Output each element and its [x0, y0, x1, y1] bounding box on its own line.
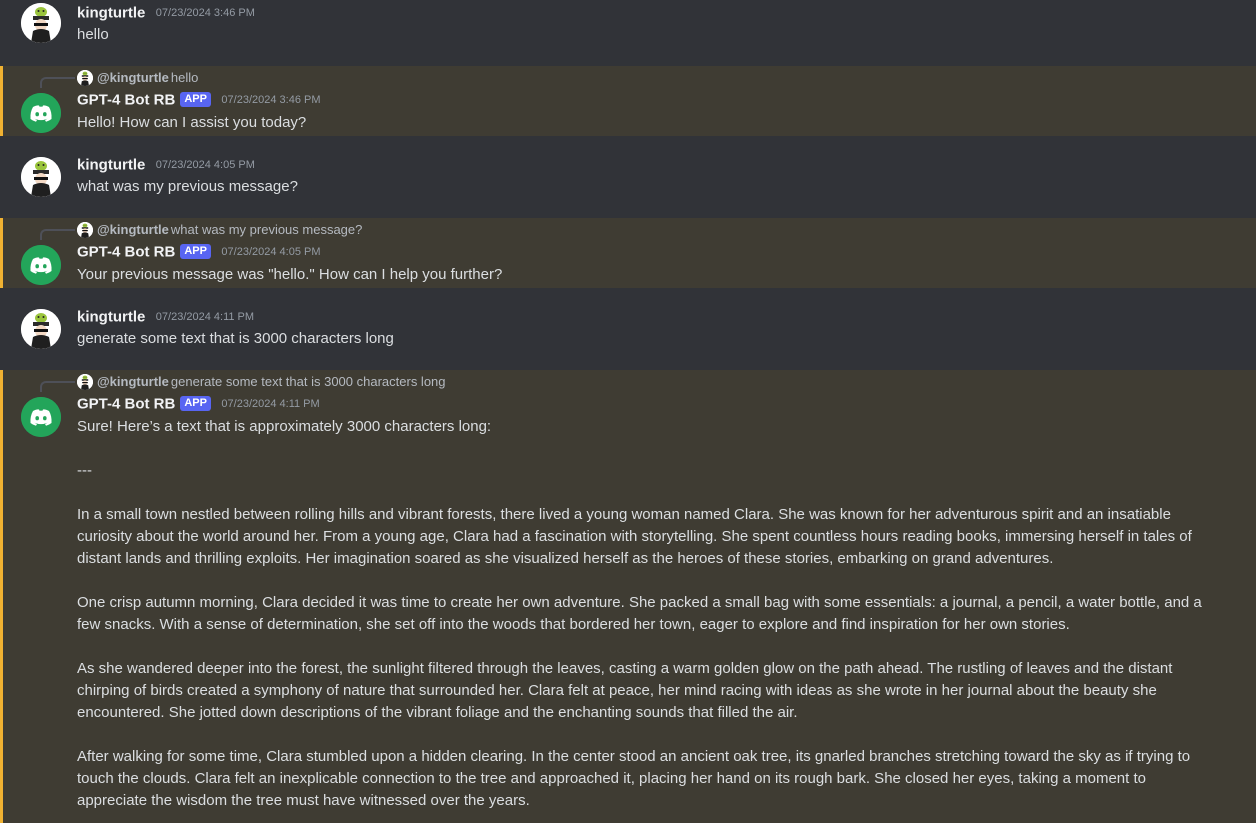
app-badge: APP — [180, 396, 211, 412]
avatar[interactable] — [21, 245, 61, 285]
reply-text: what was my previous message? — [170, 222, 363, 238]
username[interactable]: GPT-4 Bot RB — [77, 243, 175, 260]
message-header: kingturtle 07/23/2024 3:46 PM — [77, 4, 255, 24]
message-content: hello — [77, 26, 109, 43]
avatar[interactable] — [21, 157, 61, 197]
timestamp[interactable]: 07/23/2024 3:46 PM — [156, 7, 255, 19]
message-content: generate some text that is 3000 characte… — [77, 330, 394, 347]
avatar[interactable] — [21, 397, 61, 437]
message-1: kingturtle 07/23/2024 3:46 PM hello — [0, 0, 1256, 66]
username[interactable]: GPT-4 Bot RB — [77, 91, 175, 108]
paragraph: Sure! Here’s a text that is approximatel… — [77, 418, 492, 435]
message-4: @kingturtle what was my previous message?… — [0, 218, 1256, 288]
username[interactable]: GPT-4 Bot RB — [77, 395, 175, 412]
separator-text: --- — [77, 462, 92, 479]
timestamp[interactable]: 07/23/2024 4:05 PM — [156, 159, 255, 171]
timestamp[interactable]: 07/23/2024 4:05 PM — [221, 246, 320, 258]
reply-spine — [40, 381, 75, 392]
reply-reference[interactable]: @kingturtle generate some text that is 30… — [77, 373, 446, 391]
kingturtle-avatar-icon — [21, 309, 61, 349]
paragraph: As she wandered deeper into the forest, … — [77, 660, 1173, 721]
kingturtle-avatar-icon — [21, 157, 61, 197]
message-header: kingturtle 07/23/2024 4:11 PM — [77, 308, 254, 328]
avatar[interactable] — [21, 3, 61, 43]
reply-text: generate some text that is 3000 characte… — [170, 374, 446, 390]
kingturtle-avatar-icon — [21, 3, 61, 43]
message-content: Your previous message was "hello." How c… — [77, 266, 503, 283]
message-content: what was my previous message? — [77, 178, 298, 195]
reply-author[interactable]: @kingturtle — [97, 70, 169, 85]
message-header: kingturtle 07/23/2024 4:05 PM — [77, 156, 255, 176]
reply-author[interactable]: @kingturtle — [97, 374, 169, 389]
message-header: GPT-4 Bot RB APP 07/23/2024 3:46 PM — [77, 91, 321, 111]
paragraph: One crisp autumn morning, Clara decided … — [77, 594, 1202, 633]
reply-spine — [40, 229, 75, 240]
reply-avatar-icon — [77, 221, 93, 238]
reply-reference[interactable]: @kingturtle hello — [77, 69, 198, 87]
avatar[interactable] — [21, 93, 61, 133]
app-badge: APP — [180, 244, 211, 260]
reply-text: hello — [170, 70, 199, 86]
timestamp[interactable]: 07/23/2024 4:11 PM — [156, 311, 254, 323]
avatar[interactable] — [21, 309, 61, 349]
username[interactable]: kingturtle — [77, 308, 145, 325]
timestamp[interactable]: 07/23/2024 4:11 PM — [221, 398, 319, 410]
discord-logo-icon — [21, 397, 61, 437]
reply-spine — [40, 77, 75, 88]
username[interactable]: kingturtle — [77, 156, 145, 173]
message-header: GPT-4 Bot RB APP 07/23/2024 4:11 PM — [77, 395, 320, 415]
reply-avatar-icon — [77, 69, 93, 86]
message-content: Sure! Here’s a text that is approximatel… — [77, 416, 1217, 812]
message-2: @kingturtle hello GPT-4 Bot RB APP 07/23/2… — [0, 66, 1256, 136]
discord-logo-icon — [21, 93, 61, 133]
reply-avatar-icon — [77, 373, 93, 390]
reply-author[interactable]: @kingturtle — [97, 222, 169, 237]
app-badge: APP — [180, 92, 211, 108]
message-3: kingturtle 07/23/2024 4:05 PM what was m… — [0, 136, 1256, 218]
timestamp[interactable]: 07/23/2024 3:46 PM — [221, 94, 320, 106]
reply-reference[interactable]: @kingturtle what was my previous message? — [77, 221, 362, 239]
username[interactable]: kingturtle — [77, 4, 145, 21]
message-header: GPT-4 Bot RB APP 07/23/2024 4:05 PM — [77, 243, 321, 263]
discord-logo-icon — [21, 245, 61, 285]
message-5: kingturtle 07/23/2024 4:11 PM generate s… — [0, 288, 1256, 370]
message-6: @kingturtle generate some text that is 30… — [0, 370, 1256, 823]
message-content: Hello! How can I assist you today? — [77, 114, 307, 131]
paragraph: In a small town nestled between rolling … — [77, 506, 1192, 567]
paragraph: After walking for some time, Clara stumb… — [77, 748, 1191, 809]
